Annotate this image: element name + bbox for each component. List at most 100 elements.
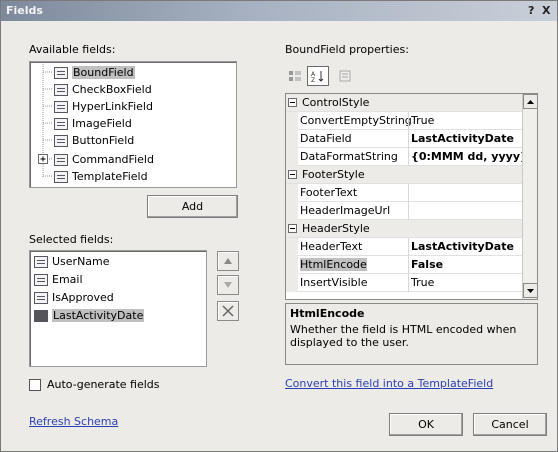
property-grid-scrollbar[interactable]	[522, 94, 537, 299]
autogenerate-label: Auto-generate fields	[47, 378, 160, 391]
properties-toolbar: AZ	[285, 64, 365, 88]
list-item-email[interactable]: Email	[34, 271, 83, 288]
tree-item-label: BoundField	[72, 66, 135, 79]
template-field-icon	[54, 170, 68, 183]
tree-item-hyperlinkfield[interactable]: HyperLinkField	[54, 98, 153, 115]
move-up-button[interactable]	[217, 251, 239, 271]
hyperlink-field-icon	[54, 100, 68, 113]
checkbox-field-icon	[34, 291, 48, 304]
property-name: ControlStyle	[302, 96, 370, 109]
tree-item-checkboxfield[interactable]: CheckBoxField	[54, 81, 152, 98]
property-name: HeaderImageUrl	[300, 204, 391, 217]
selected-fields-list[interactable]: UserName Email IsApproved LastActivityDa…	[29, 250, 207, 367]
image-field-icon	[54, 117, 68, 130]
categorized-button[interactable]	[285, 66, 305, 86]
list-item-lastactivitydate[interactable]: LastActivityDate	[34, 307, 145, 324]
property-value[interactable]: LastActivityDate	[411, 132, 514, 145]
property-pages-button[interactable]	[335, 66, 355, 86]
property-value[interactable]: False	[411, 258, 443, 271]
tree-item-label: CommandField	[72, 153, 154, 166]
command-field-icon	[54, 153, 68, 166]
available-fields-label: Available fields:	[29, 43, 116, 56]
property-row-htmlencode[interactable]: HtmlEncode False	[286, 256, 522, 274]
arrow-up-icon	[224, 258, 232, 264]
field-icon	[34, 255, 48, 268]
categorized-icon	[289, 71, 301, 81]
ok-button[interactable]: OK	[389, 413, 463, 436]
help-button[interactable]: ?	[528, 4, 534, 17]
property-name: HtmlEncode	[300, 258, 367, 271]
refresh-schema-link[interactable]: Refresh Schema	[29, 415, 118, 428]
tree-item-buttonfield[interactable]: ButtonField	[54, 132, 134, 149]
checkbox-field-icon	[54, 83, 68, 96]
property-value[interactable]: True	[411, 276, 434, 289]
collapse-icon[interactable]	[288, 98, 297, 107]
property-name: DataField	[300, 132, 352, 145]
tree-item-imagefield[interactable]: ImageField	[54, 115, 132, 132]
property-name: HeaderText	[300, 240, 363, 253]
list-item-label: LastActivityDate	[52, 309, 145, 322]
selected-fields-label: Selected fields:	[29, 233, 114, 246]
property-row-datafield[interactable]: DataField LastActivityDate	[286, 130, 522, 148]
title-bar: Fields ? X	[1, 1, 557, 21]
property-name: FooterText	[300, 186, 358, 199]
property-value[interactable]: True	[411, 114, 434, 127]
convert-templatefield-link[interactable]: Convert this field into a TemplateField	[285, 377, 493, 390]
fields-dialog: Fields ? X Available fields: BoundField …	[0, 0, 558, 452]
button-field-icon	[54, 134, 68, 147]
property-grid[interactable]: ControlStyle ConvertEmptyString True Dat…	[285, 93, 538, 300]
list-item-label: UserName	[52, 255, 110, 268]
add-button[interactable]: Add	[147, 195, 238, 218]
available-fields-tree[interactable]: BoundField CheckBoxField HyperLinkField …	[29, 61, 237, 188]
property-row-footerstyle[interactable]: FooterStyle	[286, 166, 522, 184]
tree-item-label: ImageField	[72, 117, 132, 130]
collapse-icon[interactable]	[288, 170, 297, 179]
delete-field-button[interactable]	[217, 301, 239, 321]
tree-item-label: CheckBoxField	[72, 83, 152, 96]
tree-item-label: TemplateField	[72, 170, 148, 183]
list-item-username[interactable]: UserName	[34, 253, 110, 270]
collapse-icon[interactable]	[288, 224, 297, 233]
tree-item-label: ButtonField	[72, 134, 135, 147]
property-row-controlstyle[interactable]: ControlStyle	[286, 94, 522, 112]
cancel-button[interactable]: Cancel	[473, 413, 547, 436]
property-row-headertext[interactable]: HeaderText LastActivityDate	[286, 238, 522, 256]
property-value[interactable]: {0:MMM dd, yyyy}	[411, 150, 528, 163]
description-text: Whether the field is HTML encoded when d…	[290, 323, 517, 349]
sort-alpha-icon: AZ	[311, 71, 324, 83]
autogenerate-checkbox[interactable]	[29, 379, 41, 391]
field-icon	[34, 273, 48, 286]
property-pages-icon	[339, 70, 351, 82]
scroll-track[interactable]	[523, 110, 537, 280]
property-row-insertvisible[interactable]: InsertVisible True	[286, 274, 522, 292]
scroll-down-icon[interactable]	[523, 283, 537, 298]
close-button[interactable]: X	[542, 4, 550, 17]
list-item-label: IsApproved	[52, 291, 114, 304]
property-name: InsertVisible	[300, 276, 368, 289]
delete-x-icon	[222, 305, 234, 317]
property-name: DataFormatString	[300, 150, 398, 163]
move-down-button[interactable]	[217, 275, 239, 295]
property-name: FooterStyle	[302, 168, 365, 181]
tree-item-boundfield[interactable]: BoundField	[54, 64, 135, 81]
tree-item-label: HyperLinkField	[72, 100, 153, 113]
scroll-up-icon[interactable]	[523, 94, 537, 109]
property-row-footertext[interactable]: FooterText	[286, 184, 522, 202]
field-icon	[34, 309, 48, 322]
property-row-dataformatstring[interactable]: DataFormatString {0:MMM dd, yyyy}	[286, 148, 528, 166]
tree-item-templatefield[interactable]: TemplateField	[54, 168, 148, 185]
tree-item-commandfield[interactable]: CommandField	[54, 151, 154, 168]
description-title: HtmlEncode	[290, 307, 365, 320]
alphabetical-button[interactable]: AZ	[307, 66, 329, 86]
property-name: ConvertEmptyString	[300, 114, 412, 127]
window-title: Fields	[6, 4, 43, 17]
svg-text:Z: Z	[311, 77, 315, 83]
property-value[interactable]: LastActivityDate	[411, 240, 514, 253]
properties-label: BoundField properties:	[285, 43, 409, 56]
property-description: HtmlEncode Whether the field is HTML enc…	[285, 303, 538, 365]
field-icon	[54, 66, 68, 79]
property-row-headerstyle[interactable]: HeaderStyle	[286, 220, 522, 238]
property-row-headerimageurl[interactable]: HeaderImageUrl	[286, 202, 522, 220]
list-item-isapproved[interactable]: IsApproved	[34, 289, 114, 306]
property-row-convertemptystring[interactable]: ConvertEmptyString True	[286, 112, 522, 130]
